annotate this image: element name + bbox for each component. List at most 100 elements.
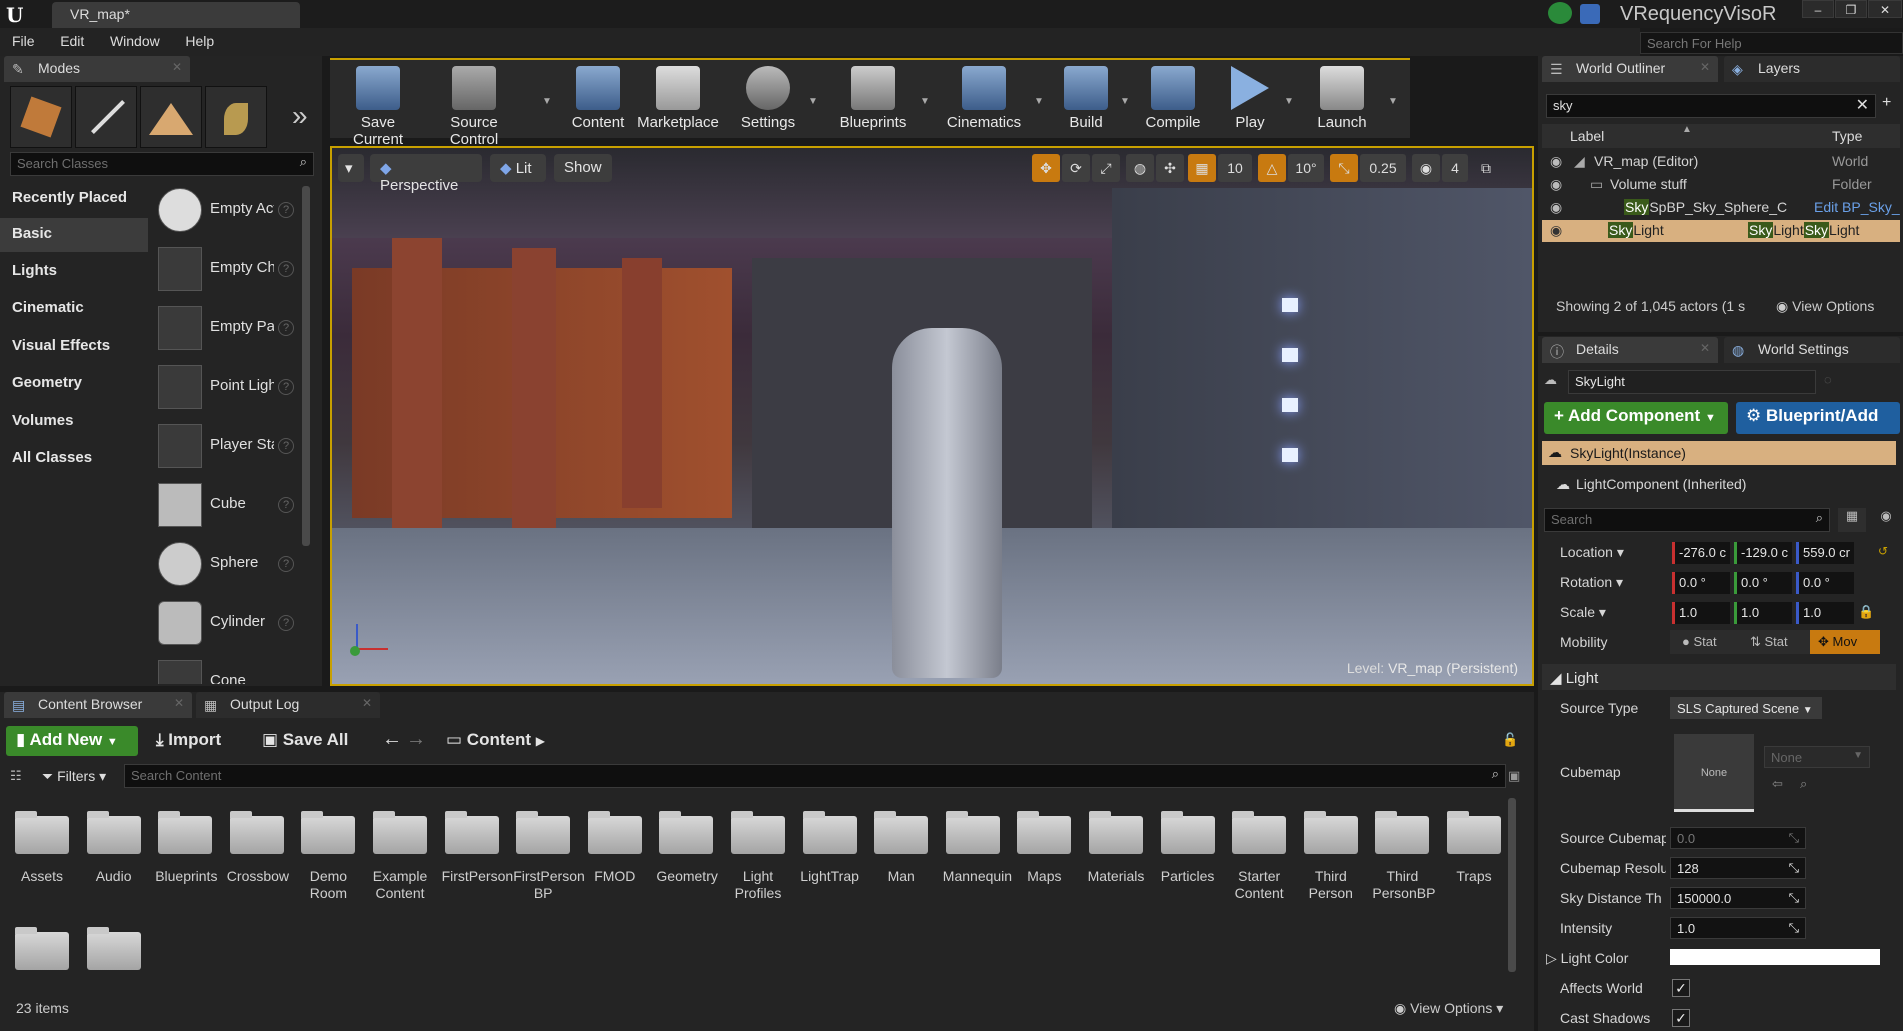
source-cubemap-angle-input[interactable]: 0.0 ⤡ — [1670, 827, 1806, 849]
folder-item[interactable]: FirstPerson BP — [513, 811, 585, 902]
maximize-viewport-icon[interactable]: ⧉ — [1474, 154, 1498, 182]
folder-item[interactable]: Materials — [1086, 811, 1146, 885]
scale-tool-icon[interactable]: ⤢ — [1092, 154, 1120, 182]
folder-item[interactable]: Audio — [84, 811, 144, 885]
source-type-dropdown[interactable]: SLS Captured Scene ▼ — [1670, 697, 1822, 719]
mobility-static[interactable]: ● Stat — [1674, 630, 1740, 654]
affects-world-checkbox[interactable]: ✓ — [1672, 979, 1690, 997]
marketplace-button[interactable]: Marketplace — [634, 64, 722, 138]
location-label[interactable]: Location ▾ — [1560, 544, 1624, 561]
use-selected-asset-icon[interactable]: ⇦ — [1772, 776, 1783, 792]
folder-item[interactable]: Light Profiles — [728, 811, 788, 902]
scale-z-input[interactable]: 1.0 — [1796, 602, 1854, 624]
outliner-row[interactable]: ◉ SkySpBP_Sky_Sphere_C Edit BP_Sky_ — [1542, 197, 1900, 219]
viewport-options-button[interactable]: ▾ — [338, 154, 364, 182]
lock-icon[interactable]: ◌ — [1824, 372, 1832, 387]
lock-icon[interactable]: 🔓 — [1502, 732, 1518, 748]
search-classes-input[interactable]: Search Classes ⌕ — [10, 152, 314, 176]
add-filter-icon[interactable]: + — [1882, 94, 1891, 112]
close-icon[interactable]: ✕ — [1700, 60, 1710, 74]
blueprints-button[interactable]: Blueprints — [830, 64, 916, 138]
folder-item[interactable]: FMOD — [585, 811, 645, 885]
character-mannequin[interactable] — [892, 328, 1002, 678]
content-view-options[interactable]: ◉ View Options ▾ — [1394, 1000, 1503, 1017]
outliner-search-input[interactable]: sky ✕ — [1546, 94, 1876, 118]
forward-arrow-icon[interactable]: → — [406, 728, 426, 751]
help-icon[interactable]: ? — [278, 497, 294, 513]
folder-item[interactable]: Geometry — [656, 811, 718, 885]
path-breadcrumb[interactable]: ▭ Content ▶ — [446, 730, 545, 750]
folder-item[interactable]: Third PersonBP — [1372, 811, 1435, 902]
folder-item[interactable]: Traps — [1444, 811, 1504, 885]
lock-scale-icon[interactable]: 🔒 — [1858, 604, 1874, 620]
rotation-snap-icon[interactable]: △ — [1258, 154, 1286, 182]
clear-search-icon[interactable]: ✕ — [1856, 95, 1869, 115]
folder-item[interactable]: Blueprints — [155, 811, 217, 885]
source-control-button[interactable]: Source Control — [424, 64, 524, 148]
play-button[interactable]: Play — [1220, 64, 1280, 138]
eye-icon[interactable]: ◉ — [1550, 153, 1562, 170]
folder-item[interactable]: Starter Content — [1229, 811, 1289, 902]
help-icon[interactable]: ? — [278, 438, 294, 454]
place-mode-icon[interactable] — [10, 86, 72, 148]
save-all-button[interactable]: ▣ Save All — [262, 730, 348, 750]
notification-icon[interactable] — [1580, 4, 1600, 24]
help-icon[interactable]: ? — [278, 320, 294, 336]
chevron-down-icon[interactable]: ▼ — [1388, 96, 1398, 107]
tab-world-settings[interactable]: ◍ World Settings — [1724, 337, 1900, 363]
help-icon[interactable]: ? — [278, 202, 294, 218]
component-light-inherited[interactable]: ☁ LightComponent (Inherited) — [1542, 470, 1896, 498]
category-basic[interactable]: Basic — [0, 218, 148, 252]
help-icon[interactable]: ? — [278, 261, 294, 277]
surface-snap-icon[interactable]: ✣ — [1156, 154, 1184, 182]
rotation-snap-value[interactable]: 10° — [1288, 154, 1324, 182]
outliner-row[interactable]: ◉ ◢ VR_map (Editor) World — [1542, 151, 1900, 173]
cast-shadows-checkbox[interactable]: ✓ — [1672, 1009, 1690, 1027]
camera-speed-icon[interactable]: ◉ — [1412, 154, 1440, 182]
scale-snap-icon[interactable]: ⤡ — [1330, 154, 1358, 182]
eye-icon[interactable]: ◉ — [1550, 222, 1562, 239]
folder-item[interactable]: Demo Room — [298, 811, 358, 902]
browse-asset-icon[interactable]: ⌕ — [1800, 776, 1807, 792]
cubemap-asset-dropdown[interactable]: None ▼ — [1764, 746, 1870, 768]
translate-tool-icon[interactable]: ✥ — [1032, 154, 1060, 182]
back-arrow-icon[interactable]: ← — [382, 728, 402, 751]
chevron-down-icon[interactable]: ▼ — [1120, 96, 1130, 107]
light-color-label[interactable]: ▷ Light Color — [1546, 950, 1628, 967]
category-recently-placed[interactable]: Recently Placed — [8, 182, 148, 216]
import-button[interactable]: ⤓ Import — [156, 730, 221, 750]
add-new-button[interactable]: ▮ Add New ▼ — [6, 726, 138, 756]
place-item[interactable]: Point Light? — [158, 361, 298, 417]
close-icon[interactable]: ✕ — [174, 696, 184, 710]
scale-label[interactable]: Scale ▾ — [1560, 604, 1606, 621]
location-z-input[interactable]: 559.0 cr — [1796, 542, 1854, 564]
category-volumes[interactable]: Volumes — [8, 405, 148, 439]
build-button[interactable]: Build — [1054, 64, 1118, 138]
perspective-button[interactable]: ◆ Perspective — [370, 154, 482, 194]
chevron-down-icon[interactable]: ▼ — [920, 96, 930, 107]
intensity-input[interactable]: 1.0 ⤡ — [1670, 917, 1806, 939]
category-visual-effects[interactable]: Visual Effects — [8, 330, 148, 364]
folder-item[interactable]: Crossbow — [227, 811, 289, 885]
details-search-input[interactable]: Search ⌕ — [1544, 508, 1830, 532]
place-item[interactable]: Sphere? — [158, 538, 298, 594]
save-search-icon[interactable]: ▣ — [1508, 768, 1520, 784]
close-icon[interactable]: ✕ — [1700, 341, 1710, 355]
rotation-y-input[interactable]: 0.0 ° — [1734, 572, 1792, 594]
save-current-button[interactable]: Save Current — [336, 64, 420, 148]
chevron-down-icon[interactable]: ▼ — [1034, 96, 1044, 107]
launch-button[interactable]: Launch — [1300, 64, 1384, 138]
close-icon[interactable]: ✕ — [172, 60, 182, 74]
world-space-icon[interactable]: ◍ — [1126, 154, 1154, 182]
folder-item[interactable]: Example Content — [370, 811, 430, 902]
help-search-input[interactable]: Search For Help — [1640, 32, 1903, 54]
category-lights[interactable]: Lights — [8, 255, 148, 289]
edit-blueprint-link[interactable]: Edit BP_Sky_ — [1814, 199, 1900, 215]
scale-y-input[interactable]: 1.0 — [1734, 602, 1792, 624]
blueprint-add-script-button[interactable]: ⚙ Blueprint/Add — [1736, 402, 1900, 434]
place-item[interactable]: Cylinder? — [158, 597, 298, 653]
reset-icon[interactable]: ↺ — [1878, 544, 1888, 558]
help-icon[interactable]: ? — [278, 615, 294, 631]
cubemap-thumbnail[interactable]: None — [1674, 734, 1754, 812]
folder-item[interactable]: Man — [871, 811, 931, 885]
